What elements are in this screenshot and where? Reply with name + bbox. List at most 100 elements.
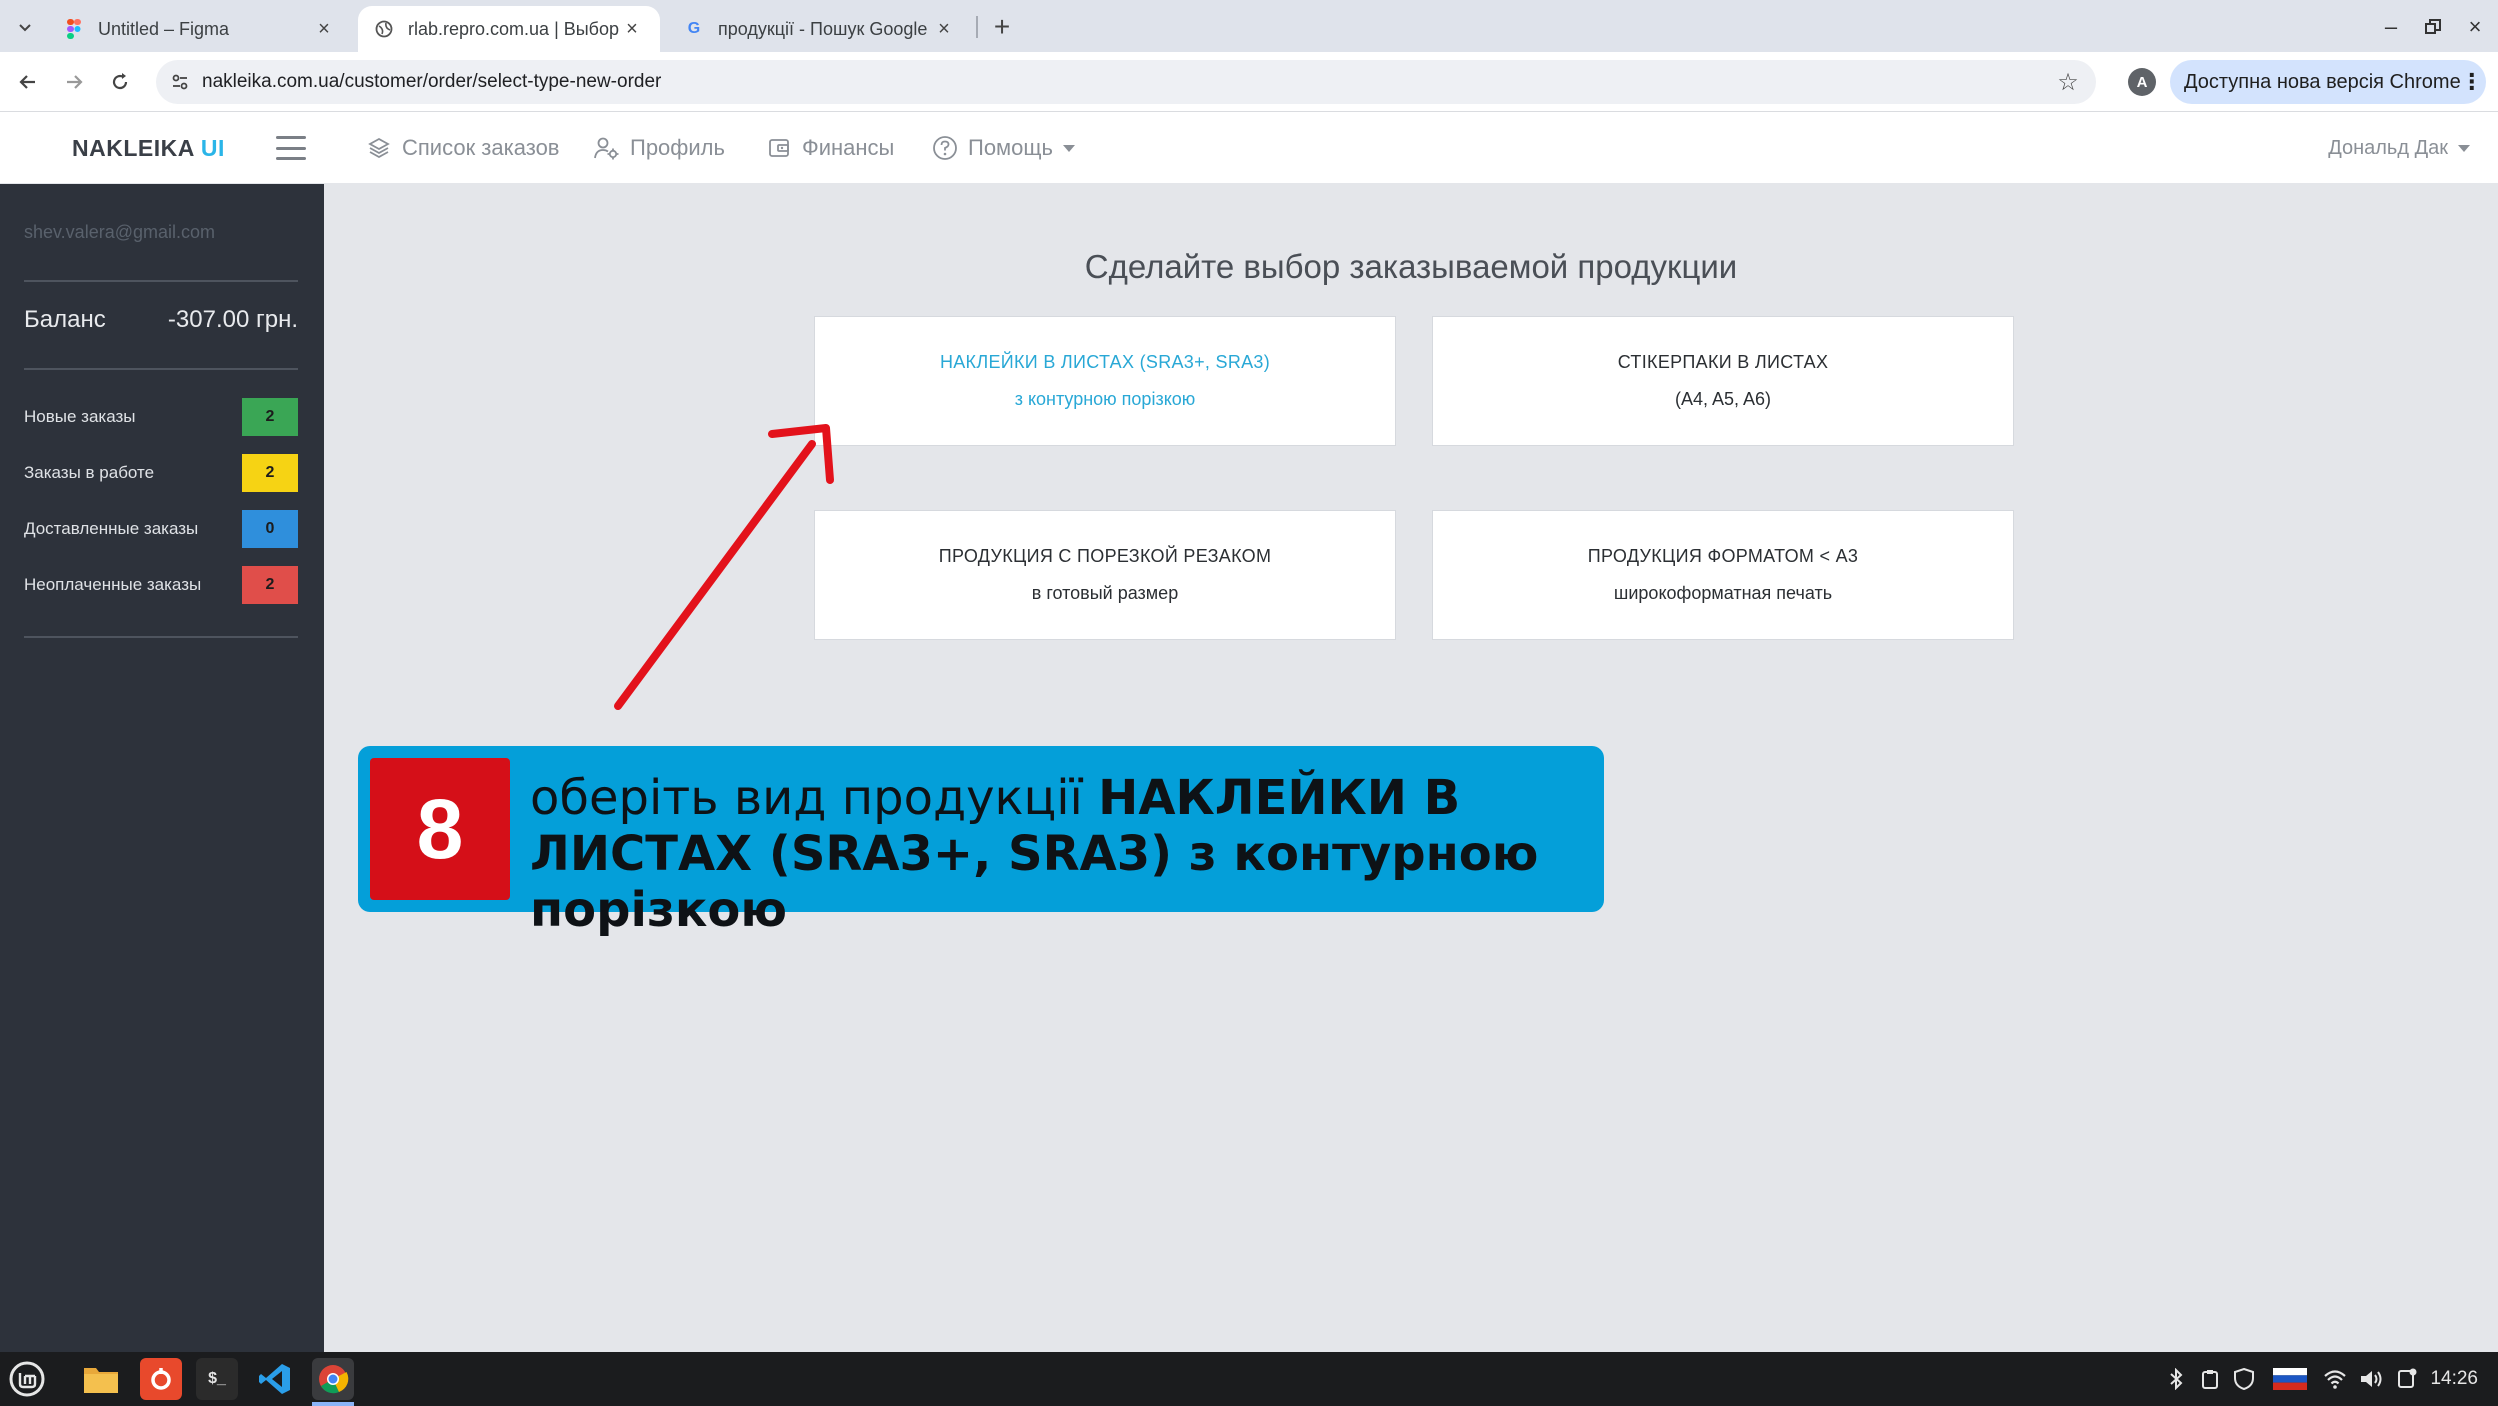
- tab-google[interactable]: G продукції - Пошук Google ×: [668, 6, 972, 52]
- tab-title: продукції - Пошук Google: [718, 18, 928, 39]
- stat-new-orders[interactable]: Новые заказы 2: [24, 398, 298, 436]
- nav-label: Список заказов: [402, 135, 560, 160]
- restore-button[interactable]: [2416, 10, 2450, 44]
- nav-orders-list[interactable]: Список заказов: [366, 112, 560, 184]
- layers-icon: [366, 135, 392, 161]
- user-name: Дональд Дак: [2328, 136, 2448, 159]
- product-card-wide-format[interactable]: ПРОДУКЦИЯ ФОРМАТОМ < A3 широкоформатная …: [1432, 510, 2014, 640]
- wifi-icon[interactable]: [2320, 1352, 2350, 1406]
- divider: [24, 368, 298, 370]
- brand-name: NAKLEIKA: [72, 135, 194, 161]
- terminal-icon[interactable]: $_: [196, 1358, 238, 1400]
- active-app-indicator: [312, 1402, 354, 1406]
- stat-label: Доставленные заказы: [24, 519, 199, 538]
- stat-orders-in-progress[interactable]: Заказы в работе 2: [24, 454, 298, 492]
- balance-row: Баланс -307.00 грн.: [24, 306, 298, 334]
- tab-title: Untitled – Figma: [98, 18, 230, 39]
- brand-logo[interactable]: NAKLEIKA UI: [72, 112, 225, 184]
- update-label: Доступна нова версія Chrome: [2184, 70, 2461, 93]
- arrow-right-icon: [67, 75, 83, 89]
- card-title: ПРОДУКЦИЯ ФОРМАТОМ < A3: [1587, 546, 1859, 566]
- files-icon[interactable]: [80, 1358, 122, 1400]
- annotation-arrow: [614, 424, 834, 710]
- caret-down-icon: [1062, 144, 1075, 152]
- help-circle-icon: [932, 135, 958, 161]
- mint-menu-icon[interactable]: [6, 1358, 48, 1400]
- stat-unpaid-orders[interactable]: Неоплаченные заказы 2: [24, 566, 298, 604]
- clock: 14:26: [2430, 1368, 2478, 1389]
- chevron-down-icon: [19, 24, 31, 32]
- balance-value: -307.00 грн.: [167, 306, 298, 333]
- reload-button[interactable]: [102, 64, 138, 100]
- bluetooth-icon[interactable]: [2164, 1352, 2188, 1406]
- close-window-button[interactable]: ×: [2458, 10, 2492, 44]
- minimize-button[interactable]: –: [2374, 10, 2408, 44]
- reload-icon: [112, 73, 128, 90]
- url-text[interactable]: nakleika.com.ua/customer/order/select-ty…: [202, 60, 661, 104]
- product-card-stickers-sheets[interactable]: НАКЛЕЙКИ В ЛИСТАХ (SRA3+, SRA3) з контур…: [814, 316, 1396, 446]
- site-settings-icon[interactable]: [168, 70, 192, 94]
- nav-finances[interactable]: Финансы: [766, 112, 894, 184]
- card-title: НАКЛЕЙКИ В ЛИСТАХ (SRA3+, SRA3): [939, 352, 1271, 372]
- figma-icon: [64, 19, 84, 39]
- caret-down-icon: [2458, 144, 2470, 152]
- stat-label: Новые заказы: [24, 407, 136, 426]
- clipboard-icon[interactable]: [2196, 1352, 2224, 1406]
- nav-label: Профиль: [630, 135, 725, 160]
- browser-toolbar: nakleika.com.ua/customer/order/select-ty…: [0, 52, 2498, 112]
- new-tab-button[interactable]: +: [985, 10, 1019, 44]
- product-card-cutter[interactable]: ПРОДУКЦИЯ С ПОРЕЗКОЙ РЕЗАКОМ в готовый р…: [814, 510, 1396, 640]
- bookmark-star-icon[interactable]: ☆: [2054, 68, 2082, 96]
- more-vert-icon[interactable]: ⋮: [2461, 69, 2483, 95]
- page-title: Сделайте выбор заказываемой продукции: [1084, 248, 1738, 285]
- product-card-stickerpacks[interactable]: СТІКЕРПАКИ В ЛИСТАХ (A4, A5, A6): [1432, 316, 2014, 446]
- close-icon[interactable]: ×: [932, 18, 956, 41]
- tab-search-button[interactable]: [8, 10, 42, 44]
- browser-tab-strip: Untitled – Figma × rlab.repro.com.ua | В…: [0, 0, 2498, 52]
- address-bar[interactable]: nakleika.com.ua/customer/order/select-ty…: [156, 60, 2096, 104]
- flag-ru-icon[interactable]: [2272, 1352, 2308, 1406]
- shield-icon[interactable]: [2230, 1352, 2258, 1406]
- close-icon[interactable]: ×: [312, 18, 336, 41]
- instruction-callout: 8 оберіть вид продукції НАКЛЕЙКИ В ЛИСТА…: [358, 746, 1604, 938]
- stat-badge: 2: [242, 566, 298, 604]
- app-red-icon[interactable]: [140, 1358, 182, 1400]
- vscode-icon[interactable]: [254, 1358, 296, 1400]
- instruction-text: оберіть вид продукції НАКЛЕЙКИ В ЛИСТАХ …: [530, 770, 1590, 938]
- stat-delivered-orders[interactable]: Доставленные заказы 0: [24, 510, 298, 548]
- user-email: shev.valera@gmail.com: [24, 222, 216, 242]
- tab-title: rlab.repro.com.ua | Выбор т: [408, 18, 620, 39]
- close-icon[interactable]: ×: [620, 18, 644, 41]
- sidebar: shev.valera@gmail.com Баланс -307.00 грн…: [0, 184, 324, 1352]
- stat-label: Заказы в работе: [24, 463, 155, 482]
- restore-icon: [2425, 19, 2441, 34]
- app-navbar: NAKLEIKA UI Список заказов Профиль Финан…: [0, 112, 2498, 184]
- card-title: ПРОДУКЦИЯ С ПОРЕЗКОЙ РЕЗАКОМ: [938, 546, 1272, 566]
- nav-help-dropdown[interactable]: Помощь: [932, 112, 1075, 184]
- os-taskbar: $_ 14:26: [0, 1352, 2498, 1406]
- volume-icon[interactable]: [2356, 1352, 2386, 1406]
- google-icon: G: [687, 20, 701, 37]
- back-button[interactable]: [10, 64, 46, 100]
- divider: [24, 280, 298, 282]
- wallet-icon: [766, 135, 792, 161]
- user-dropdown[interactable]: Дональд Дак: [2328, 112, 2470, 184]
- arrow-left-icon: [19, 75, 35, 89]
- nav-label: Финансы: [802, 135, 895, 160]
- forward-button[interactable]: [56, 64, 92, 100]
- divider: [24, 636, 298, 638]
- step-number: 8: [370, 758, 510, 900]
- notification-icon[interactable]: [2392, 1352, 2422, 1406]
- brand-accent: UI: [200, 135, 225, 161]
- chrome-update-button[interactable]: Доступна нова версія Chrome ⋮: [2170, 60, 2486, 104]
- tab-active[interactable]: rlab.repro.com.ua | Выбор т ×: [358, 6, 660, 52]
- tab-figma[interactable]: Untitled – Figma ×: [48, 6, 352, 52]
- hamburger-menu-icon[interactable]: [276, 136, 306, 160]
- stat-badge: 2: [242, 454, 298, 492]
- stat-badge: 0: [242, 510, 298, 548]
- nav-profile[interactable]: Профиль: [594, 112, 725, 184]
- profile-avatar[interactable]: A: [2128, 68, 2156, 96]
- chrome-icon[interactable]: [312, 1358, 354, 1400]
- card-subtitle: з контурною порізкою: [1014, 389, 1196, 409]
- card-subtitle: (A4, A5, A6): [1674, 389, 1772, 409]
